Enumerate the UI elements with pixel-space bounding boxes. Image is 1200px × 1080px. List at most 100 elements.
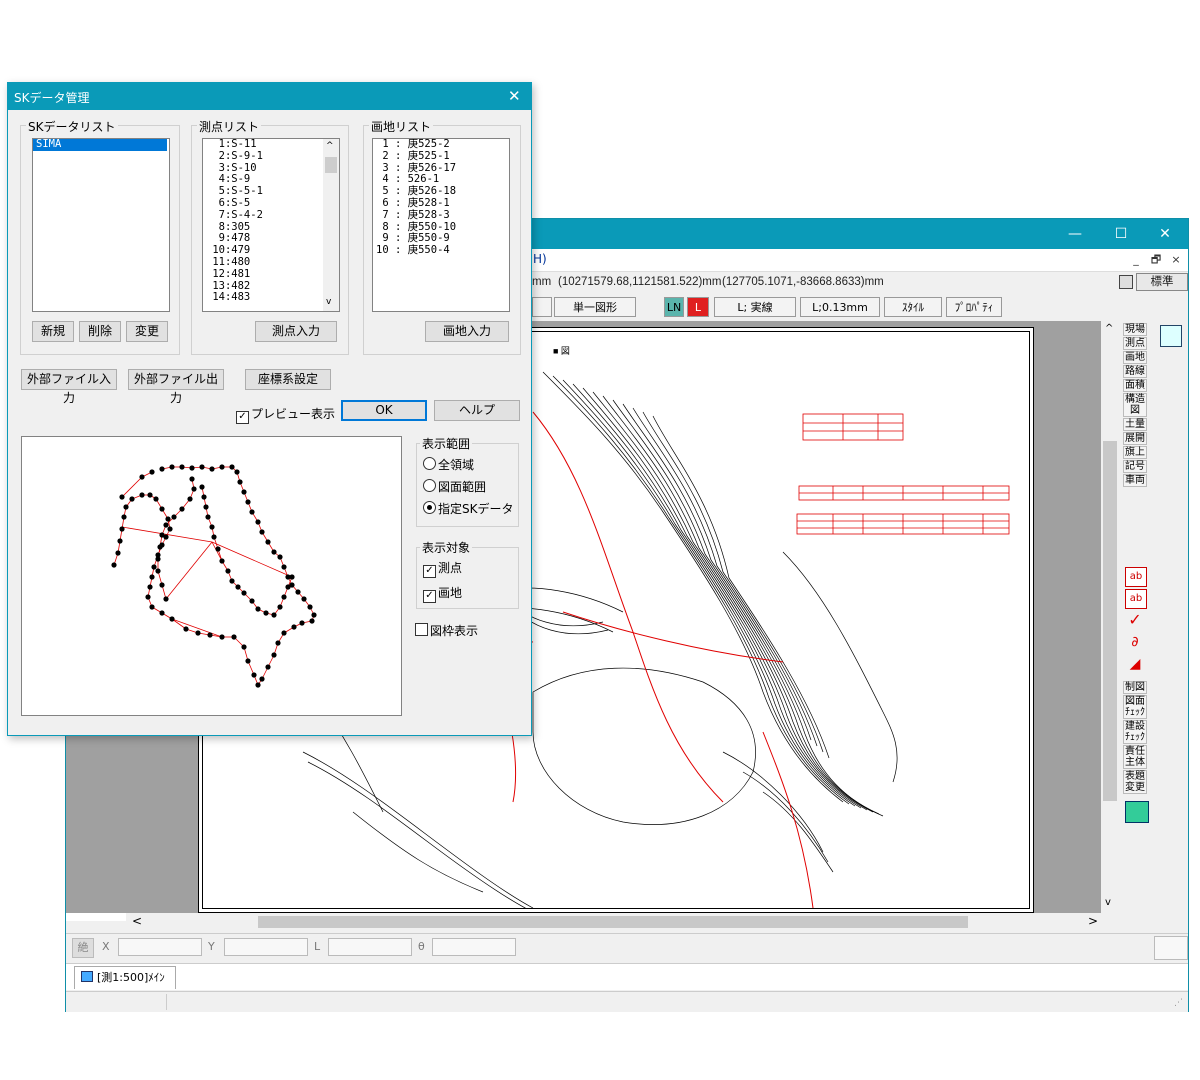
text-edit-icon[interactable]: ab: [1125, 567, 1147, 587]
dialog.point-list-item[interactable]: 6:S-5: [203, 197, 339, 210]
preview-checkbox[interactable]: ✓ プレビュー表示: [236, 405, 335, 424]
point-list-scrollbar[interactable]: ^ v: [323, 139, 339, 311]
dialog.point-list-item[interactable]: 14:483: [203, 292, 339, 304]
palette-command[interactable]: 車両: [1123, 474, 1147, 487]
dialog.parcel-list-item[interactable]: 6 : 庚528-1: [373, 197, 509, 210]
points-check-box[interactable]: ✓: [423, 565, 436, 578]
point-listbox[interactable]: 1:S-11 2:S-9-1 3:S-10 4:S-9 5:S-5-1 6:S-…: [202, 138, 340, 312]
x-input[interactable]: [118, 938, 202, 956]
survey-point: [129, 496, 135, 502]
dialog.sk-list-item[interactable]: SIMA: [33, 139, 167, 151]
l-input[interactable]: [328, 938, 412, 956]
horizontal-scrollbar[interactable]: < >: [126, 913, 1101, 931]
palette-command[interactable]: 制図: [1123, 681, 1147, 694]
theta-input[interactable]: [432, 938, 516, 956]
style-button[interactable]: ｽﾀｲﾙ: [884, 297, 942, 317]
toolbar-button[interactable]: [532, 297, 552, 317]
sk-data-listbox[interactable]: SIMA: [32, 138, 170, 312]
dialog-close-button[interactable]: ✕: [508, 87, 521, 105]
menu-help[interactable]: H): [533, 252, 547, 266]
external-file-output-button[interactable]: 外部ファイル出力: [128, 369, 224, 405]
mdi-close-button[interactable]: ×: [1168, 252, 1184, 267]
palette-command[interactable]: 展開: [1123, 432, 1147, 445]
scroll-left-icon[interactable]: <: [132, 914, 142, 928]
palette-command[interactable]: 建設ﾁｪｯｸ: [1123, 720, 1147, 744]
ln-button[interactable]: LN: [664, 297, 684, 317]
vertical-scroll-thumb[interactable]: [1103, 441, 1117, 801]
dialog.parcel-list-item[interactable]: 10 : 庚550-4: [373, 244, 509, 257]
maximize-button[interactable]: ☐: [1098, 219, 1144, 249]
style-preset-select[interactable]: 標準: [1136, 273, 1188, 291]
layer-color-button[interactable]: L: [687, 297, 709, 317]
vertical-scrollbar[interactable]: ^ v: [1101, 321, 1119, 913]
palette-command[interactable]: 路線: [1123, 365, 1147, 378]
frame-check-box[interactable]: [415, 623, 428, 636]
map-image-icon[interactable]: [1125, 801, 1149, 823]
parcel-input-button[interactable]: 画地入力: [425, 321, 509, 342]
line-width-button[interactable]: L;0.13mm: [800, 297, 880, 317]
parcel-items: 1 : 庚525-2 2 : 庚525-1 3 : 庚526-17 4 : 52…: [373, 139, 509, 257]
pen-icon[interactable]: ∂: [1125, 633, 1145, 651]
palette-command[interactable]: 画地: [1123, 351, 1147, 364]
document-tab[interactable]: [測1:500]ﾒｲﾝ: [74, 966, 176, 989]
survey-point: [149, 574, 155, 580]
check-mark-icon[interactable]: ✓: [1125, 611, 1145, 629]
single-shape-button[interactable]: 単一図形: [554, 297, 636, 317]
dialog.point-list-item[interactable]: 2:S-9-1: [203, 150, 339, 163]
resize-grip-icon[interactable]: ⋰: [1174, 998, 1183, 1008]
layer-window-icon[interactable]: [1156, 321, 1186, 351]
ok-button[interactable]: OK: [341, 400, 427, 421]
palette-command[interactable]: 面積: [1123, 379, 1147, 392]
new-button[interactable]: 新規: [32, 321, 74, 342]
property-button[interactable]: ﾌﾟﾛﾊﾟﾃｨ: [946, 297, 1002, 317]
sk-list-label: SKデータリスト: [26, 118, 118, 135]
change-button[interactable]: 変更: [126, 321, 168, 342]
palette-command[interactable]: 表題変更: [1123, 770, 1147, 794]
minimize-button[interactable]: —: [1052, 219, 1098, 249]
external-file-input-button[interactable]: 外部ファイル入力: [21, 369, 117, 405]
palette-command[interactable]: 現場: [1123, 323, 1147, 336]
range-option[interactable]: 指定SKデータ: [423, 500, 514, 517]
mdi-minimize-button[interactable]: _: [1128, 252, 1144, 267]
y-input[interactable]: [224, 938, 308, 956]
delete-button[interactable]: 削除: [79, 321, 121, 342]
palette-command[interactable]: 旗上: [1123, 446, 1147, 459]
scroll-up-icon[interactable]: ^: [1105, 323, 1113, 334]
palette-command[interactable]: 記号: [1123, 460, 1147, 473]
triangle-ruler-icon[interactable]: ◢: [1125, 655, 1145, 673]
parcels-check-box[interactable]: ✓: [423, 590, 436, 603]
scroll-right-icon[interactable]: >: [1088, 914, 1098, 928]
dialog.point-list-item[interactable]: 11:480: [203, 256, 339, 269]
text-replace-icon[interactable]: ab: [1125, 589, 1147, 609]
dialog.point-list-item[interactable]: 7:S-4-2: [203, 209, 339, 222]
help-button[interactable]: ヘルプ: [434, 400, 520, 421]
radio-icon[interactable]: [423, 501, 436, 514]
palette-command[interactable]: 構造図: [1123, 393, 1147, 417]
palette-command[interactable]: 測点: [1123, 337, 1147, 350]
preview-check-box[interactable]: ✓: [236, 411, 249, 424]
dialog.parcel-list-item[interactable]: 2 : 庚525-1: [373, 150, 509, 163]
coordinate-system-button[interactable]: 座標系設定: [245, 369, 331, 390]
range-option[interactable]: 図面範囲: [423, 478, 486, 495]
parcel-listbox[interactable]: 1 : 庚525-2 2 : 庚525-1 3 : 庚526-17 4 : 52…: [372, 138, 510, 312]
scroll-down-icon[interactable]: v: [1105, 897, 1111, 908]
palette-command[interactable]: 図面ﾁｪｯｸ: [1123, 695, 1147, 719]
close-button[interactable]: ✕: [1142, 219, 1188, 249]
survey-point: [281, 630, 287, 636]
mdi-restore-button[interactable]: 🗗: [1148, 252, 1164, 267]
points-checkbox[interactable]: ✓ 測点: [423, 559, 462, 578]
palette-command[interactable]: 土量: [1123, 418, 1147, 431]
frame-checkbox[interactable]: 図枠表示: [415, 622, 478, 639]
dialog.parcel-list-item[interactable]: 7 : 庚528-3: [373, 209, 509, 222]
radio-icon[interactable]: [423, 457, 436, 470]
save-icon[interactable]: [1119, 275, 1133, 289]
line-type-button[interactable]: L; 実線: [714, 297, 796, 317]
range-option[interactable]: 全領域: [423, 456, 474, 473]
parcels-checkbox[interactable]: ✓ 画地: [423, 584, 462, 603]
point-input-button[interactable]: 測点入力: [255, 321, 337, 342]
radio-icon[interactable]: [423, 479, 436, 492]
absolute-toggle[interactable]: 絶: [72, 938, 94, 958]
dialog.point-list-item[interactable]: 12:481: [203, 268, 339, 281]
palette-command[interactable]: 責任主体: [1123, 745, 1147, 769]
horizontal-scroll-thumb[interactable]: [258, 916, 968, 928]
